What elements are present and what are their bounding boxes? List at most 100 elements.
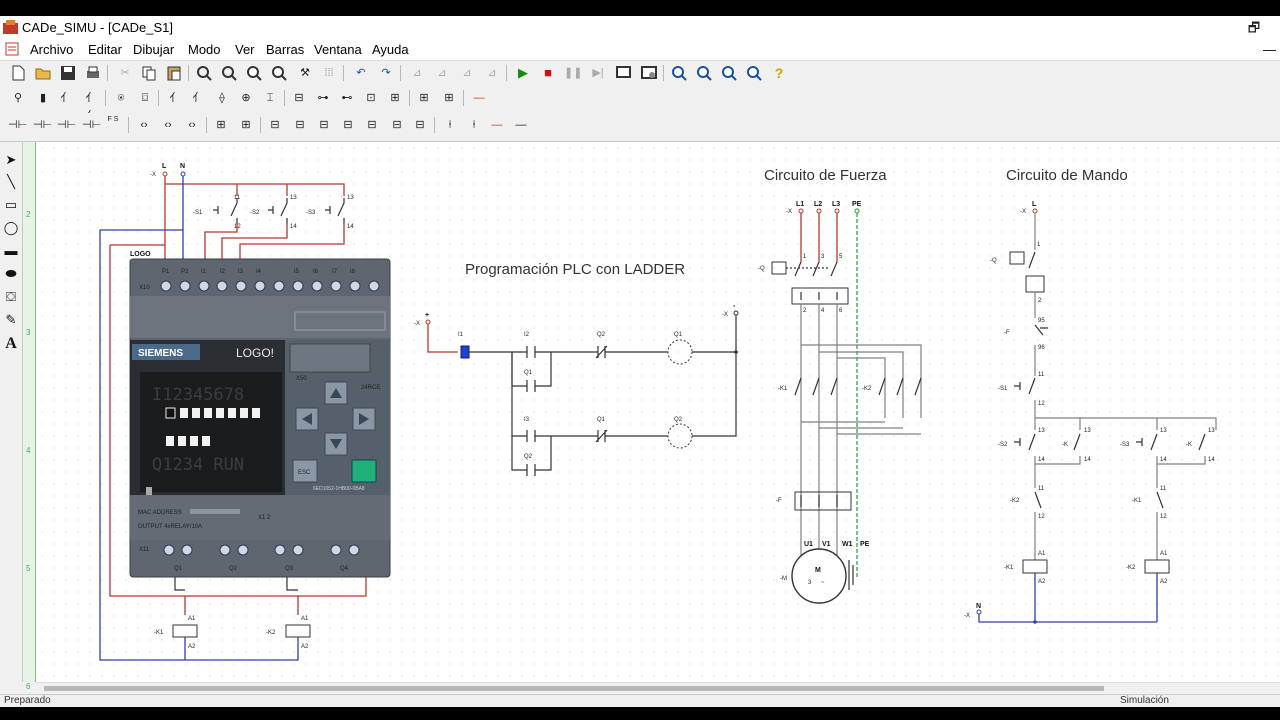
- block-20-icon[interactable]: ⊞: [415, 89, 433, 107]
- zoom-all-icon[interactable]: [745, 64, 763, 82]
- switch-s1[interactable]: -S1 11 12: [193, 195, 241, 262]
- ladder-block-e-icon[interactable]: ⊟: [363, 116, 381, 134]
- ladder-nc-icon[interactable]: ⊣⊢: [33, 116, 52, 134]
- sensor-icon[interactable]: ⊡: [362, 89, 380, 107]
- first-scan-icon[interactable]: F S: [104, 116, 122, 134]
- coil-k2[interactable]: A1 -K2 A2: [266, 616, 311, 652]
- simulation-window-icon[interactable]: [640, 64, 658, 82]
- step-icon[interactable]: ▶|: [589, 64, 607, 82]
- lamp-icon[interactable]: ⊕: [237, 89, 255, 107]
- ladder-set-icon[interactable]: ‹›: [159, 116, 177, 134]
- wire-red-icon[interactable]: —: [470, 89, 488, 107]
- mirror-h-icon[interactable]: ⊿: [458, 64, 476, 82]
- filled-ellipse-icon[interactable]: ⬬: [2, 266, 20, 284]
- coil-k2-mando[interactable]: [1144, 559, 1170, 574]
- copy-icon[interactable]: [140, 64, 158, 82]
- relay-icon[interactable]: ⊟: [290, 89, 308, 107]
- ladder-wire-red-icon[interactable]: —: [488, 116, 506, 134]
- play-icon[interactable]: ▶: [514, 64, 532, 82]
- monitor-icon[interactable]: [615, 64, 633, 82]
- rotate-left-icon[interactable]: ⊿: [408, 64, 426, 82]
- timer-icon[interactable]: ⊶: [314, 89, 332, 107]
- zoom-page-icon[interactable]: [220, 64, 238, 82]
- multi-switch-icon[interactable]: ⺅⺅: [82, 89, 100, 122]
- help-icon[interactable]: ?: [770, 64, 788, 82]
- block-30-icon[interactable]: ⊞: [440, 89, 458, 107]
- menu-ayuda[interactable]: Ayuda: [372, 42, 409, 57]
- logo-plc[interactable]: X10 P1 P2 I1 I2 I3 I4 I5 I6 I7 I8 SIEMEN…: [129, 258, 391, 578]
- menu-editar[interactable]: Editar: [88, 42, 122, 57]
- menu-modo[interactable]: Modo: [188, 42, 221, 57]
- contact-nc-icon[interactable]: ⺅: [189, 89, 207, 107]
- find-icon[interactable]: [245, 64, 263, 82]
- open-folder-icon[interactable]: [34, 64, 52, 82]
- paste-icon[interactable]: [165, 64, 183, 82]
- contact-no-icon[interactable]: ⺅: [166, 89, 184, 107]
- terminal-block-icon[interactable]: ⊞: [386, 89, 404, 107]
- ladder-i1[interactable]: I1: [458, 332, 470, 359]
- menu-ventana[interactable]: Ventana: [314, 42, 362, 57]
- color-picker-icon[interactable]: ✎: [2, 312, 20, 330]
- rectangle-icon[interactable]: ▭: [2, 197, 20, 215]
- zoom-in-icon[interactable]: [670, 64, 688, 82]
- find-next-icon[interactable]: [270, 64, 288, 82]
- menu-ver[interactable]: Ver: [235, 42, 255, 57]
- coil-icon[interactable]: ⌶: [261, 89, 279, 107]
- menu-barras[interactable]: Barras: [266, 42, 304, 57]
- cut-icon[interactable]: ✂: [116, 64, 134, 82]
- switch-s3[interactable]: -S3 13 14: [239, 195, 354, 262]
- ladder-falling-icon[interactable]: ⊣⊢: [82, 116, 101, 134]
- print-icon[interactable]: [84, 64, 102, 82]
- ladder-block-b-icon[interactable]: ⊟: [291, 116, 309, 134]
- coil-k1-mando[interactable]: [1022, 559, 1048, 574]
- ladder-coil-icon[interactable]: ‹›: [135, 116, 153, 134]
- drawing-canvas[interactable]: .t { font-family:"Liberation Sans", sans…: [36, 142, 1280, 682]
- zoom-out-icon[interactable]: [695, 64, 713, 82]
- ladder-block-d-icon[interactable]: ⊟: [339, 116, 357, 134]
- new-file-icon[interactable]: [9, 64, 27, 82]
- menu-dibujar[interactable]: Dibujar: [133, 42, 174, 57]
- ladder-timer-icon[interactable]: ⊞: [212, 116, 230, 134]
- ok-button[interactable]: [351, 459, 377, 483]
- motor-icon[interactable]: [791, 548, 847, 604]
- ladder-no-icon[interactable]: ⊣⊢: [8, 116, 27, 134]
- line-icon[interactable]: ╲: [2, 174, 20, 192]
- minus-terminal-icon[interactable]: ⍿: [465, 116, 483, 134]
- ladder-block-c-icon[interactable]: ⊟: [315, 116, 333, 134]
- counter-icon[interactable]: ⊷: [338, 89, 356, 107]
- fuse-icon[interactable]: ▮: [34, 89, 52, 107]
- ladder-wire-black-icon[interactable]: —: [512, 116, 530, 134]
- select-arrow-icon[interactable]: ➤: [2, 152, 20, 170]
- redo-icon[interactable]: ↷: [377, 64, 395, 82]
- scroll-thumb[interactable]: [44, 686, 1104, 691]
- ellipse-icon[interactable]: ◯: [2, 220, 20, 238]
- ladder-rising-icon[interactable]: ⊣⊢: [57, 116, 76, 134]
- mdi-close-button[interactable]: —: [1263, 42, 1276, 57]
- undo-icon[interactable]: ↶: [352, 64, 370, 82]
- coil-k1[interactable]: A1 -K1 A2: [154, 616, 198, 652]
- zoom-region-icon[interactable]: [195, 64, 213, 82]
- zoom-fit-icon[interactable]: [720, 64, 738, 82]
- pause-icon[interactable]: ❚❚: [564, 64, 582, 82]
- ladder-block-a-icon[interactable]: ⊟: [266, 116, 284, 134]
- rotate-right-icon[interactable]: ⊿: [433, 64, 451, 82]
- document-icon[interactable]: [5, 42, 19, 56]
- motor-icon[interactable]: ⍟: [112, 89, 130, 107]
- stop-icon[interactable]: ■: [539, 64, 557, 82]
- switch-icon[interactable]: ⺅: [57, 89, 75, 107]
- restore-button[interactable]: 🗗: [1239, 18, 1269, 38]
- mirror-v-icon[interactable]: ⊿: [483, 64, 501, 82]
- ladder-counter-icon[interactable]: ⊞: [237, 116, 255, 134]
- pushbutton-icon[interactable]: ⟠: [213, 89, 231, 107]
- ladder-block-f-icon[interactable]: ⊟: [388, 116, 406, 134]
- fill-bucket-icon[interactable]: ⛋: [2, 289, 20, 307]
- save-icon[interactable]: [59, 64, 77, 82]
- plus-terminal-icon[interactable]: ⍿: [441, 116, 459, 134]
- filled-rectangle-icon[interactable]: ▬: [2, 243, 20, 261]
- menu-archivo[interactable]: Archivo: [30, 42, 73, 57]
- text-tool-icon[interactable]: A: [2, 335, 20, 353]
- ladder-reset-icon[interactable]: ‹›: [183, 116, 201, 134]
- grid-icon[interactable]: ⁞⁞⁞: [320, 64, 338, 82]
- terminal-icon[interactable]: ⚲: [9, 89, 27, 107]
- component-icon[interactable]: ⌼: [136, 89, 154, 107]
